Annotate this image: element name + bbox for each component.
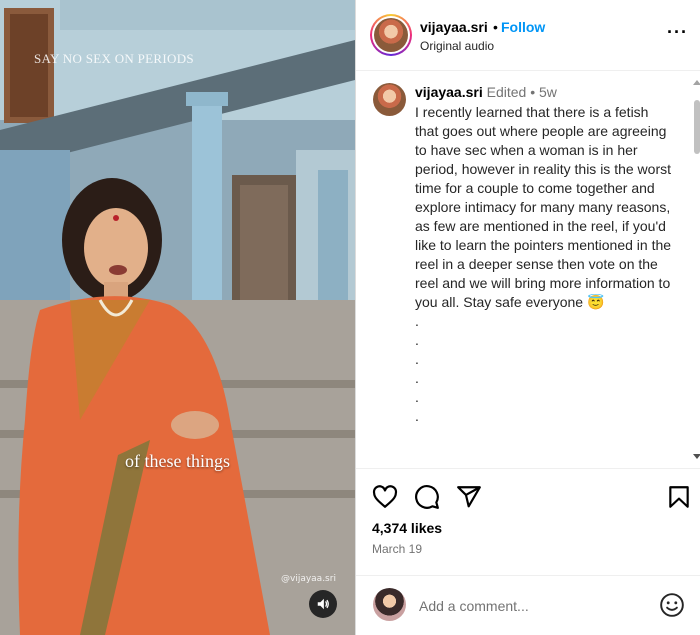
caption-dot: . (415, 408, 419, 424)
caption-time-ago[interactable]: 5w (539, 84, 557, 100)
caption-author-avatar[interactable] (373, 83, 406, 116)
scroll-up-arrow-icon[interactable] (693, 80, 700, 85)
caption-separator: • (530, 84, 536, 100)
speaker-icon (317, 598, 329, 610)
add-comment-bar (356, 575, 700, 635)
video-frame-image (0, 0, 355, 635)
instagram-post-modal: SAY NO SEX ON PERIODS of these things @v… (0, 0, 700, 635)
caption-dot: . (415, 351, 419, 367)
action-bar (356, 470, 700, 518)
emoji-icon[interactable] (659, 592, 685, 618)
video-overlay-title: SAY NO SEX ON PERIODS (34, 51, 194, 66)
post-date[interactable]: March 19 (372, 542, 422, 556)
author-avatar-image (374, 18, 408, 52)
caption-dot: . (415, 313, 419, 329)
caption-dot: . (415, 370, 419, 386)
post-details-panel: vijayaa.sri • Follow Original audio ··· … (355, 0, 700, 635)
mute-toggle-button[interactable] (309, 590, 337, 618)
comments-scrollbar[interactable] (693, 80, 700, 460)
video-watermark: @vijayaa.sri (281, 574, 336, 584)
bookmark-icon[interactable] (666, 484, 692, 510)
caption-username[interactable]: vijayaa.sri (415, 84, 483, 100)
edited-label: Edited (486, 84, 527, 100)
post-header: vijayaa.sri • Follow Original audio ··· (356, 0, 700, 71)
author-username[interactable]: vijayaa.sri (420, 19, 488, 35)
caption-text-block: I recently learned that there is a fetis… (415, 103, 675, 426)
heart-icon[interactable] (372, 484, 398, 510)
scrollbar-thumb[interactable] (694, 100, 700, 154)
reel-video[interactable]: SAY NO SEX ON PERIODS of these things @v… (0, 0, 355, 635)
viewer-avatar (373, 588, 406, 621)
caption-dot: . (415, 389, 419, 405)
likes-count[interactable]: 4,374 likes (372, 520, 442, 536)
author-avatar[interactable] (370, 14, 412, 56)
more-options-icon[interactable]: ··· (667, 22, 688, 43)
caption-dot: . (415, 332, 419, 348)
follow-button[interactable]: Follow (501, 19, 545, 35)
audio-label[interactable]: Original audio (420, 39, 494, 53)
add-comment-input[interactable] (419, 596, 649, 616)
caption-dots: . . . . . . (415, 312, 675, 426)
scroll-down-arrow-icon[interactable] (693, 454, 700, 459)
video-caption: of these things (125, 451, 230, 471)
share-icon[interactable] (456, 484, 482, 510)
caption-text: I recently learned that there is a fetis… (415, 104, 672, 310)
caption-meta: vijayaa.sri Edited • 5w (415, 84, 557, 100)
comment-icon[interactable] (414, 484, 440, 510)
header-separator: • (493, 19, 498, 35)
comments-section: vijayaa.sri Edited • 5w I recently learn… (356, 71, 700, 469)
